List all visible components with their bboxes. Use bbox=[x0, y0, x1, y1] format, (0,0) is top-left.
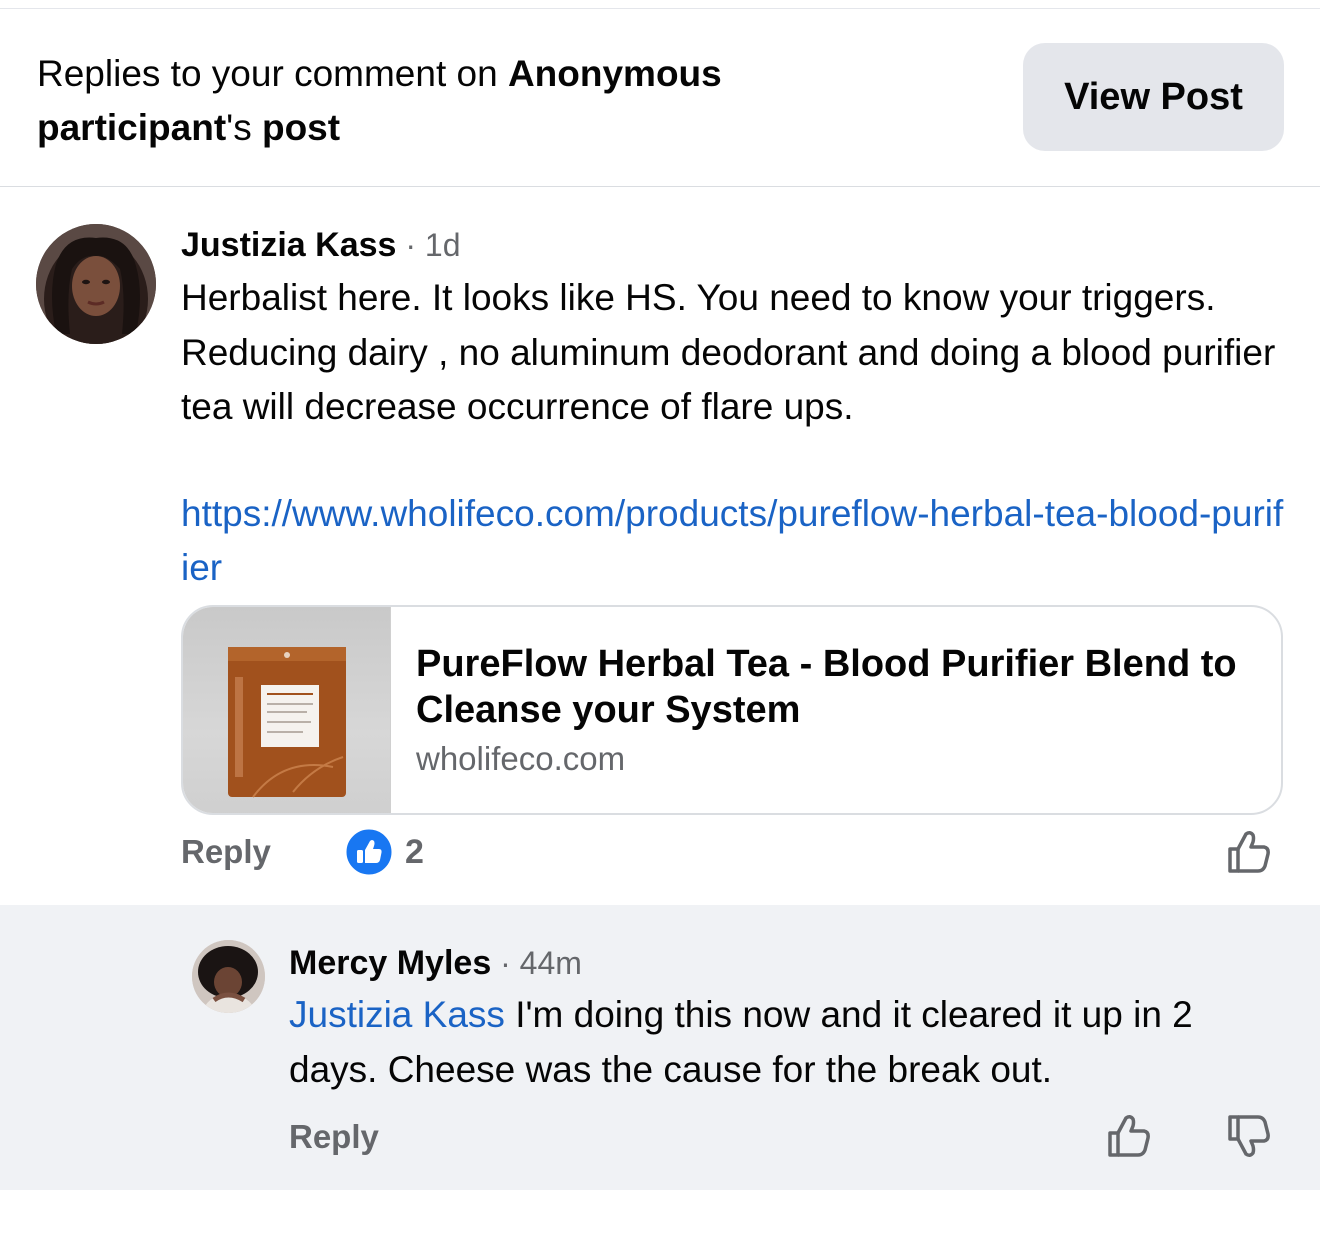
reply-time-value: 44m bbox=[519, 945, 582, 981]
reaction-count: 2 bbox=[405, 832, 424, 871]
tea-pouch-icon bbox=[228, 647, 346, 798]
thumbs-down-icon[interactable] bbox=[1224, 1112, 1272, 1160]
reaction-summary[interactable]: 2 bbox=[345, 828, 424, 876]
header-title: Replies to your comment on Anonymous par… bbox=[37, 47, 857, 155]
avatar[interactable] bbox=[36, 224, 156, 344]
avatar[interactable] bbox=[192, 940, 265, 1013]
thumbs-up-icon[interactable] bbox=[1224, 828, 1272, 876]
comment-time: · 1d bbox=[396, 227, 461, 263]
link-preview-domain: wholifeco.com bbox=[416, 740, 626, 777]
comment-time-value: 1d bbox=[424, 227, 461, 263]
comment-author-name[interactable]: Justizia Kass bbox=[181, 226, 396, 264]
header-prefix: Replies to your comment on bbox=[37, 53, 508, 94]
comment-author[interactable]: Justizia Kass · 1d bbox=[181, 222, 460, 268]
reply-mention[interactable]: Justizia Kass bbox=[289, 994, 505, 1035]
comment-text: Herbalist here. It looks like HS. You ne… bbox=[181, 277, 1276, 427]
reply-button[interactable]: Reply bbox=[289, 1115, 379, 1159]
link-preview-card[interactable]: PureFlow Herbal Tea - Blood Purifier Ble… bbox=[181, 605, 1283, 815]
link-preview-image bbox=[183, 607, 391, 813]
link-preview-title: PureFlow Herbal Tea - Blood Purifier Ble… bbox=[416, 643, 1237, 731]
reply-author-name[interactable]: Mercy Myles bbox=[289, 944, 491, 982]
avatar-justizia-image bbox=[36, 224, 156, 344]
notification-header: Replies to your comment on Anonymous par… bbox=[0, 9, 1320, 187]
reply-text: Justizia Kass I'm doing this now and it … bbox=[289, 988, 1289, 1097]
reply-time: · 44m bbox=[491, 945, 582, 981]
view-post-button[interactable]: View Post bbox=[1023, 43, 1284, 151]
thumbs-up-icon[interactable] bbox=[1104, 1112, 1152, 1160]
header-possessive: 's bbox=[226, 107, 262, 148]
reply-button[interactable]: Reply bbox=[181, 830, 271, 874]
header-post-word: post bbox=[261, 107, 341, 148]
comment-link[interactable]: https://www.wholifeco.com/products/puref… bbox=[181, 487, 1291, 595]
like-reaction-icon bbox=[345, 828, 393, 876]
reply-author[interactable]: Mercy Myles · 44m bbox=[289, 940, 582, 986]
avatar-mercy-image bbox=[192, 940, 265, 1013]
